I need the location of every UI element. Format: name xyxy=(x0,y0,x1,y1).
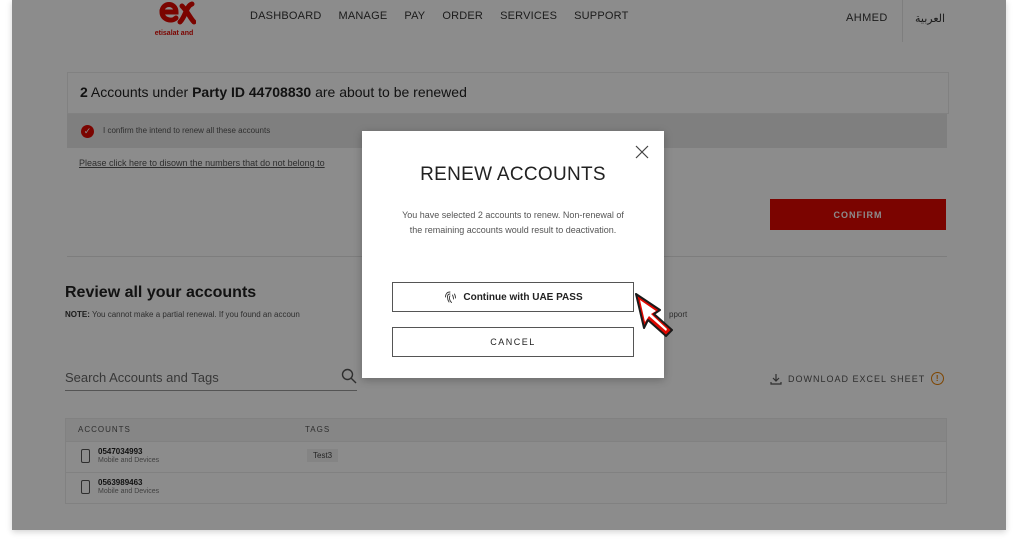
renew-accounts-modal: RENEW ACCOUNTS You have selected 2 accou… xyxy=(362,131,664,378)
modal-title: RENEW ACCOUNTS xyxy=(420,164,606,185)
browser-frame: etisalat and DASHBOARD MANAGE PAY ORDER … xyxy=(12,0,1006,530)
modal-message: You have selected 2 accounts to renew. N… xyxy=(402,210,624,235)
cancel-button[interactable]: CANCEL xyxy=(392,327,634,357)
uae-pass-button[interactable]: Continue with UAE PASS xyxy=(392,282,634,312)
close-icon[interactable] xyxy=(635,145,649,159)
hand-cursor-icon xyxy=(635,293,673,337)
fingerprint-icon xyxy=(445,291,457,303)
uae-pass-label: Continue with UAE PASS xyxy=(463,291,583,303)
